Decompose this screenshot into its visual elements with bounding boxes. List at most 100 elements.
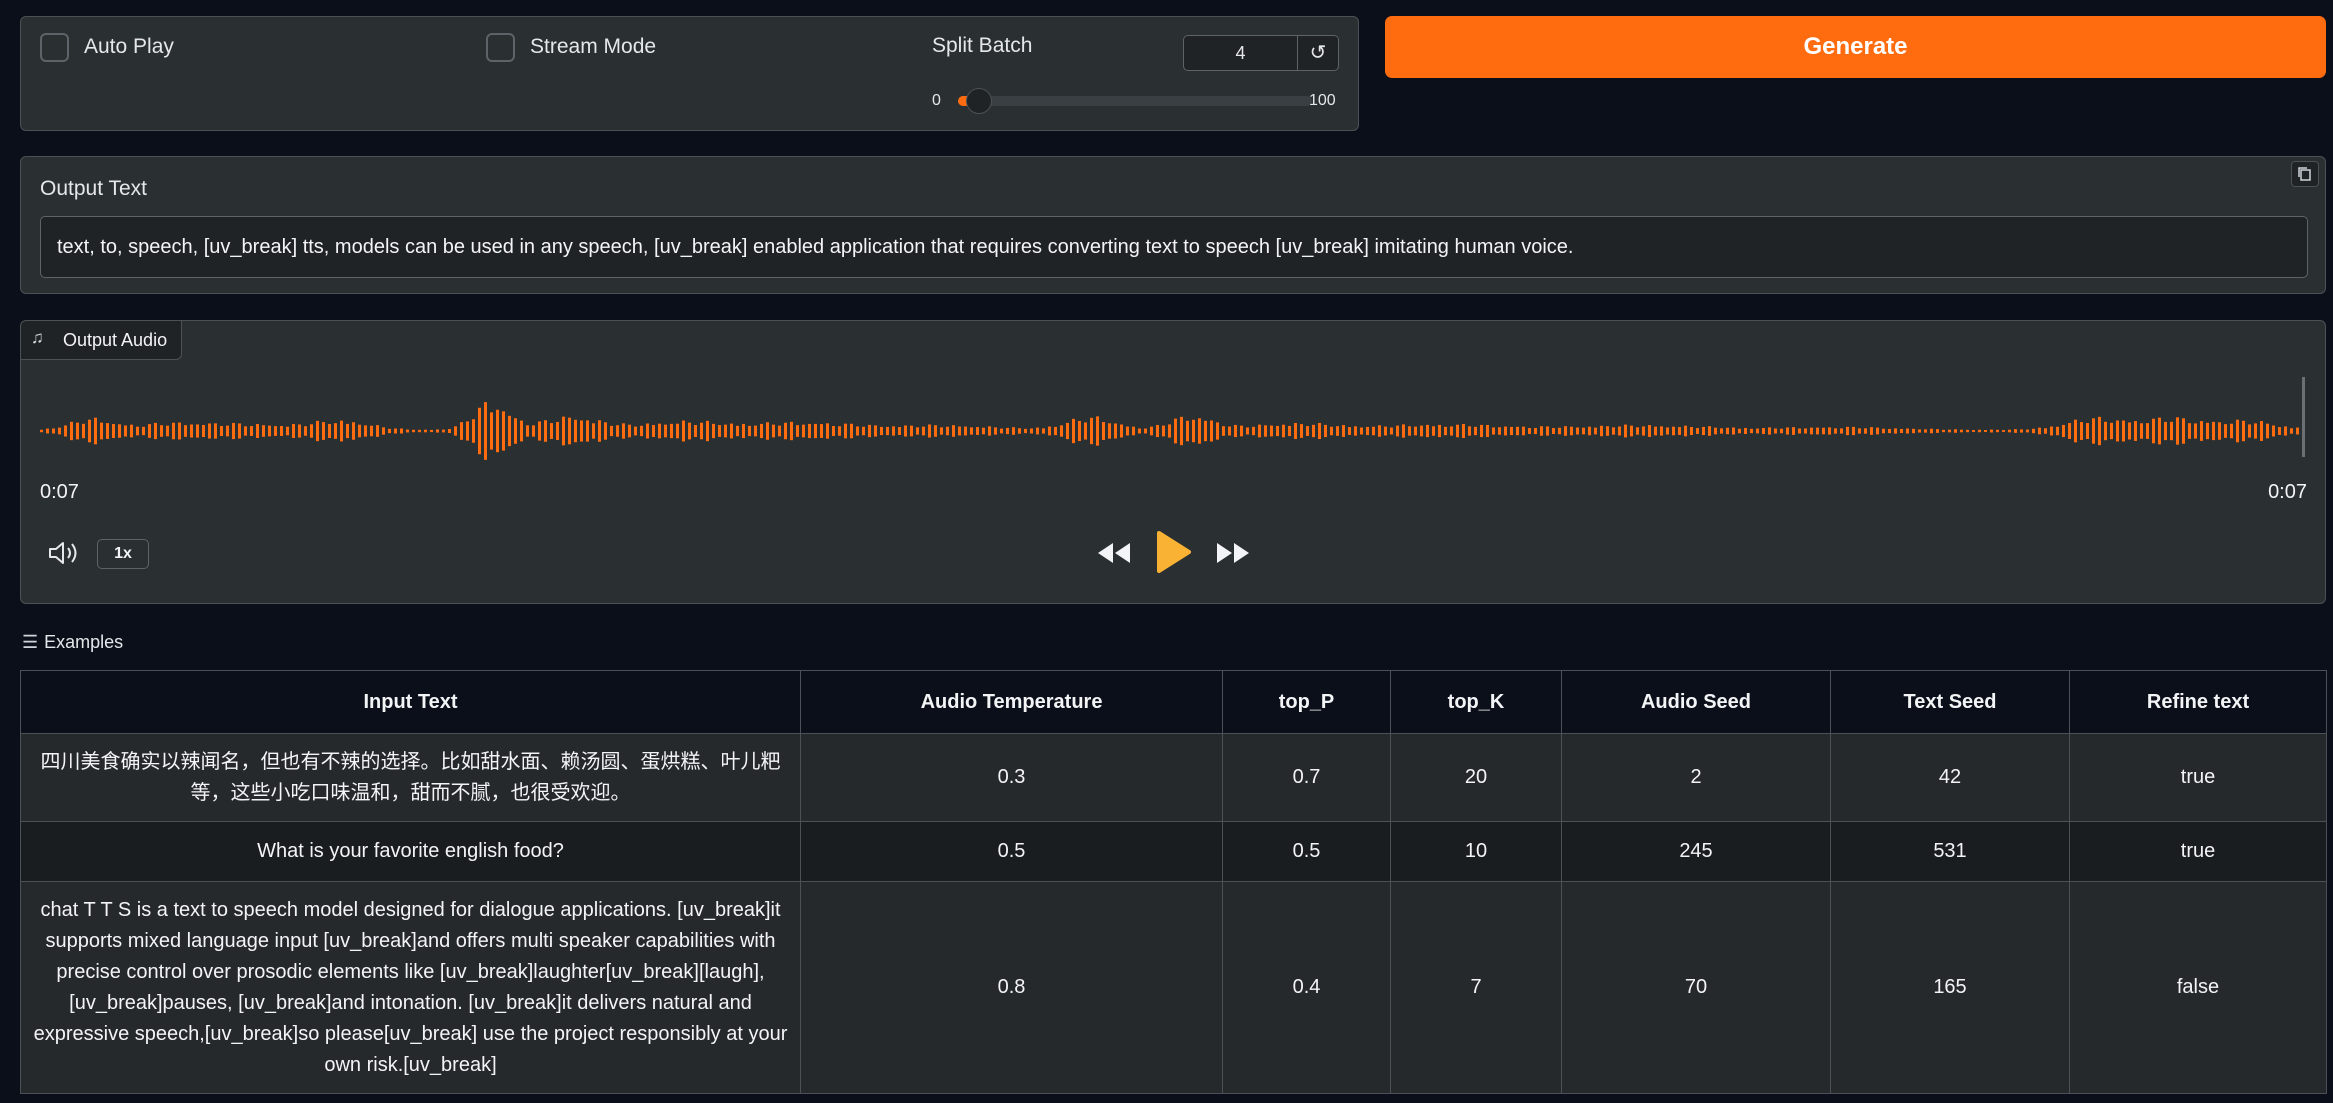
waveform[interactable] <box>40 375 2320 487</box>
waveform-scrollbar[interactable] <box>2302 377 2305 457</box>
output-audio-label: Output Audio <box>63 330 168 350</box>
waveform-bar <box>1960 429 1963 433</box>
waveform-bar <box>1498 427 1501 435</box>
table-row[interactable]: chat T T S is a text to speech model des… <box>20 881 2327 1094</box>
waveform-bar <box>1774 428 1777 434</box>
waveform-bar <box>100 422 103 440</box>
waveform-bar <box>904 425 907 437</box>
table-row[interactable]: 四川美食确实以辣闻名，但也有不辣的选择。比如甜水面、赖汤圆、蛋烘糕、叶儿粑等，这… <box>20 733 2327 822</box>
waveform-bar <box>796 425 799 437</box>
copy-icon[interactable] <box>2291 161 2319 187</box>
waveform-bar <box>1432 426 1435 436</box>
waveform-bar <box>2032 428 2035 434</box>
waveform-bar <box>1162 425 1165 437</box>
waveform-bar <box>1768 427 1771 435</box>
waveform-bar <box>1438 424 1441 438</box>
waveform-bar <box>490 412 493 450</box>
generate-button[interactable]: Generate <box>1385 16 2326 78</box>
waveform-bar <box>2002 430 2005 432</box>
waveform-bar <box>1420 425 1423 437</box>
waveform-bar <box>964 426 967 436</box>
waveform-bar <box>604 422 607 440</box>
examples-label: Examples <box>44 632 124 652</box>
waveform-bar <box>1156 424 1159 438</box>
waveform-bar <box>196 424 199 438</box>
waveform-bar <box>1072 418 1075 444</box>
waveform-bar <box>1912 428 1915 434</box>
waveform-bar <box>1408 426 1411 436</box>
waveform-bar <box>670 423 673 439</box>
waveform-bar <box>1060 425 1063 437</box>
waveform-bar <box>124 425 127 437</box>
waveform-bar <box>1198 418 1201 444</box>
waveform-bar <box>1450 426 1453 436</box>
stream-mode-checkbox[interactable] <box>486 33 515 62</box>
waveform-bar <box>2236 419 2239 443</box>
output-audio-panel: ♫ Output Audio 0:07 0:07 1x <box>20 320 2326 604</box>
waveform-bar <box>1660 426 1663 436</box>
waveform-bar <box>2194 423 2197 439</box>
time-current: 0:07 <box>40 481 79 503</box>
rewind-icon[interactable] <box>1095 539 1133 572</box>
waveform-bar <box>556 421 559 441</box>
waveform-bar <box>478 407 481 455</box>
waveform-bar <box>1696 428 1699 434</box>
waveform-bar <box>1618 426 1621 436</box>
waveform-bar <box>2260 421 2263 441</box>
waveform-bar <box>76 422 79 440</box>
waveform-bar <box>832 426 835 436</box>
waveform-bar <box>2230 423 2233 439</box>
waveform-bar <box>448 428 451 434</box>
waveform-bar <box>1348 427 1351 435</box>
waveform-bar <box>922 426 925 436</box>
waveform-bar <box>2296 427 2299 435</box>
waveform-bar <box>1762 427 1765 435</box>
waveform-bar <box>2176 417 2179 445</box>
waveform-bar <box>1714 427 1717 435</box>
waveform-bar <box>370 425 373 437</box>
volume-icon[interactable] <box>47 539 81 572</box>
waveform-bar <box>1066 422 1069 440</box>
waveform-bar <box>586 420 589 442</box>
waveform-bar <box>1708 426 1711 436</box>
auto-play-checkbox[interactable] <box>40 33 69 62</box>
waveform-bar <box>1930 428 1933 434</box>
waveform-bar <box>802 424 805 438</box>
split-batch-slider[interactable] <box>958 96 1312 106</box>
waveform-bar <box>70 421 73 441</box>
waveform-bar <box>1780 428 1783 434</box>
waveform-bar <box>1600 425 1603 437</box>
waveform-bar <box>1096 416 1099 446</box>
list-icon: ☰ <box>22 632 39 652</box>
waveform-bar <box>1084 422 1087 440</box>
waveform-bar <box>2134 421 2137 441</box>
fast-forward-icon[interactable] <box>1214 539 1252 572</box>
waveform-bar <box>1516 426 1519 436</box>
waveform-bar <box>2200 421 2203 441</box>
waveform-bar <box>1786 427 1789 435</box>
playback-speed-button[interactable]: 1x <box>97 539 149 569</box>
split-batch-input[interactable]: 4 <box>1183 35 1298 71</box>
waveform-bar <box>1966 429 1969 433</box>
waveform-bar <box>1258 424 1261 438</box>
waveform-bar <box>700 422 703 440</box>
waveform-bar <box>202 424 205 438</box>
waveform-bar <box>244 426 247 436</box>
waveform-bar <box>1726 427 1729 435</box>
waveform-bar <box>622 423 625 439</box>
waveform-bar <box>1792 427 1795 435</box>
play-icon[interactable] <box>1156 530 1192 579</box>
waveform-bar <box>1336 426 1339 436</box>
slider-thumb[interactable] <box>966 88 993 114</box>
waveform-bar <box>2128 422 2131 440</box>
waveform-bar <box>292 424 295 438</box>
reset-icon[interactable]: ↺ <box>1298 35 1339 71</box>
waveform-bar <box>1132 426 1135 436</box>
waveform-bar <box>2122 420 2125 442</box>
output-text-field[interactable]: text, to, speech, [uv_break] tts, models… <box>40 216 2308 278</box>
waveform-bar <box>94 417 97 445</box>
table-row[interactable]: What is your favorite english food? 0.5 … <box>20 821 2327 882</box>
waveform-bar <box>550 423 553 439</box>
waveform-bar <box>952 425 955 437</box>
waveform-bar <box>2284 426 2287 436</box>
